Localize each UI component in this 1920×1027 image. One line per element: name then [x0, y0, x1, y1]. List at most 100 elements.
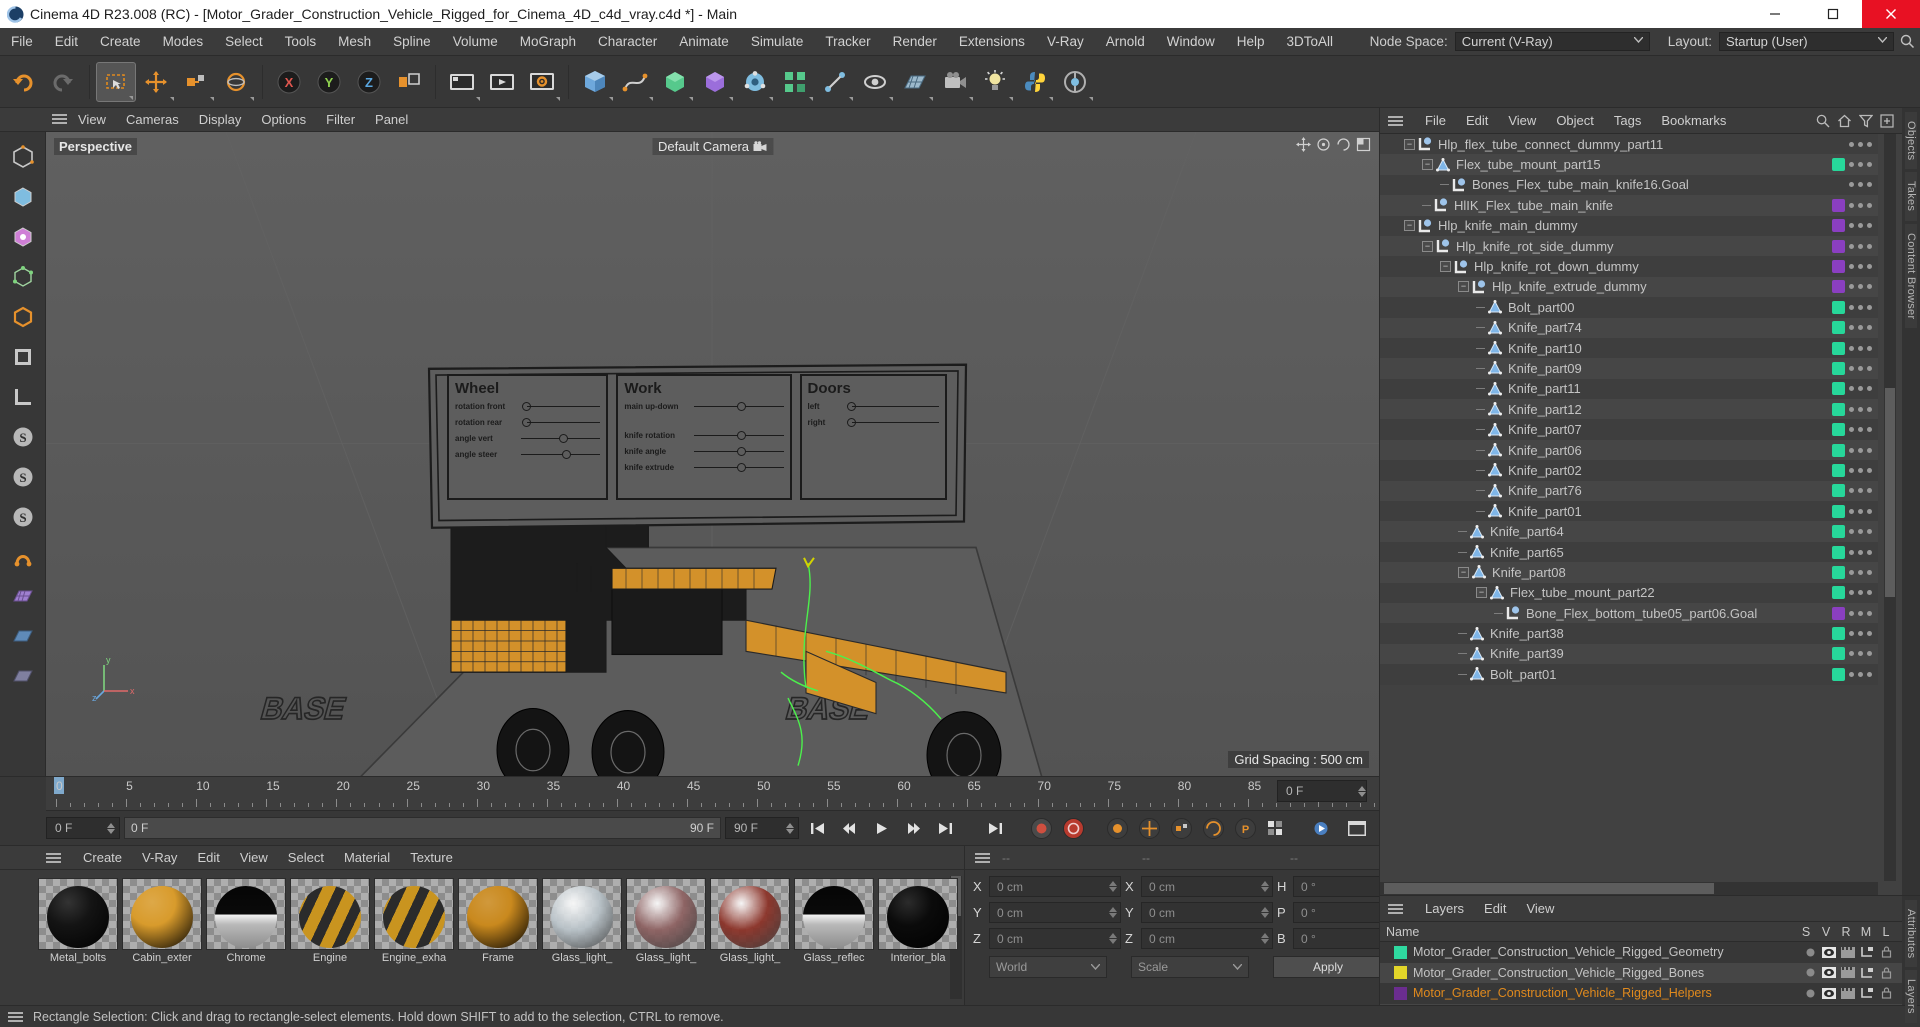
- object-visibility-dot[interactable]: [1849, 427, 1854, 433]
- layer-render-icon[interactable]: [1840, 965, 1856, 980]
- hud-slider[interactable]: [521, 450, 601, 459]
- simulate-button[interactable]: [855, 62, 895, 102]
- object-visibility-dot[interactable]: [1867, 406, 1872, 412]
- menu-tools[interactable]: Tools: [274, 28, 328, 56]
- layer-color-tag[interactable]: [1832, 219, 1845, 233]
- cube-primitive-button[interactable]: [575, 62, 615, 102]
- layer-color-tag[interactable]: [1832, 198, 1845, 212]
- points-mode-button[interactable]: [4, 258, 42, 296]
- menu-spline[interactable]: Spline: [382, 28, 442, 56]
- material-menu-edit[interactable]: Edit: [187, 846, 229, 870]
- light-button[interactable]: [975, 62, 1015, 102]
- viewport-perspective[interactable]: BASE BASE Wheel rotation front rotation …: [46, 132, 1379, 776]
- object-visibility-dot[interactable]: [1858, 264, 1863, 270]
- node-space-select[interactable]: Current (V-Ray): [1454, 32, 1650, 51]
- object-visibility-dot[interactable]: [1858, 427, 1863, 433]
- spinner-icon[interactable]: [1257, 907, 1269, 918]
- menu-extensions[interactable]: Extensions: [948, 28, 1036, 56]
- snap-settings-button[interactable]: [4, 538, 42, 576]
- object-visibility-dot[interactable]: [1858, 508, 1863, 514]
- object-visibility-dot[interactable]: [1867, 508, 1872, 514]
- expand-collapse-toggle[interactable]: −: [1404, 138, 1415, 150]
- object-visibility-dot[interactable]: [1858, 610, 1863, 616]
- material-thumbnail[interactable]: [794, 878, 874, 950]
- object-visibility-dot[interactable]: [1849, 162, 1854, 168]
- layer-color-tag[interactable]: [1832, 606, 1845, 620]
- close-button[interactable]: [1862, 0, 1920, 28]
- point-level-animation-button[interactable]: [1263, 815, 1291, 841]
- material-thumbnail[interactable]: [122, 878, 202, 950]
- object-visibility-dot[interactable]: [1867, 345, 1872, 351]
- object-visibility-dot[interactable]: [1867, 223, 1872, 229]
- viewport-menu-handle-icon[interactable]: [52, 114, 67, 124]
- joint-tool-button[interactable]: [815, 62, 855, 102]
- object-visibility-dot[interactable]: [1867, 202, 1872, 208]
- previous-frame-button[interactable]: [835, 815, 863, 841]
- object-visibility-dot[interactable]: [1858, 162, 1863, 168]
- object-row[interactable]: Knife_part07: [1380, 419, 1878, 440]
- material-item[interactable]: Glass_light_: [626, 878, 706, 997]
- object-visibility-dot[interactable]: [1849, 243, 1854, 249]
- layer-color-tag[interactable]: [1832, 341, 1845, 355]
- expand-collapse-toggle[interactable]: −: [1404, 220, 1415, 232]
- layers-list[interactable]: Motor_Grader_Construction_Vehicle_Rigged…: [1380, 942, 1902, 1005]
- object-visibility-dot[interactable]: [1867, 569, 1872, 575]
- layers-menu-handle-icon[interactable]: [1388, 903, 1403, 914]
- object-menu-tags[interactable]: Tags: [1604, 109, 1651, 133]
- layer-color-swatch[interactable]: [1394, 945, 1407, 959]
- object-visibility-dot[interactable]: [1858, 529, 1863, 535]
- layer-color-tag[interactable]: [1832, 565, 1845, 579]
- layer-solo-dot[interactable]: [1802, 945, 1818, 960]
- object-visibility-dot[interactable]: [1858, 467, 1863, 473]
- object-visibility-dot[interactable]: [1849, 631, 1854, 637]
- move-view-icon[interactable]: [1296, 137, 1311, 152]
- material-menu-material[interactable]: Material: [334, 846, 400, 870]
- texture-mode-button[interactable]: [4, 218, 42, 256]
- layer-color-tag[interactable]: [1832, 158, 1845, 172]
- menu-tracker[interactable]: Tracker: [814, 28, 881, 56]
- parameter-key-button[interactable]: P: [1231, 814, 1259, 842]
- object-row[interactable]: Knife_part64: [1380, 521, 1878, 542]
- play-button[interactable]: [867, 815, 895, 841]
- polygons-mode-button[interactable]: [4, 338, 42, 376]
- object-visibility-dot[interactable]: [1867, 671, 1872, 677]
- object-row[interactable]: Bolt_part00: [1380, 297, 1878, 318]
- object-row[interactable]: Knife_part38: [1380, 623, 1878, 644]
- object-tree[interactable]: − Hlp_flex_tube_connect_dummy_part11− Flex…: [1380, 134, 1878, 881]
- object-visibility-dot[interactable]: [1858, 590, 1863, 596]
- object-visibility-dot[interactable]: [1867, 304, 1872, 310]
- material-item[interactable]: Chrome: [206, 878, 286, 997]
- tab-attributes[interactable]: Attributes: [1905, 900, 1917, 968]
- material-thumbnail[interactable]: [626, 878, 706, 950]
- next-frame-button[interactable]: [899, 815, 927, 841]
- object-visibility-dot[interactable]: [1849, 284, 1854, 290]
- add-bookmark-icon[interactable]: [1880, 113, 1894, 128]
- spinner-icon[interactable]: [1354, 785, 1366, 797]
- object-visibility-dot[interactable]: [1849, 447, 1854, 453]
- xpresso-nodes-button[interactable]: [1055, 62, 1095, 102]
- object-visibility-dot[interactable]: [1858, 447, 1863, 453]
- object-row[interactable]: Knife_part12: [1380, 399, 1878, 420]
- layer-solo-dot[interactable]: [1802, 965, 1818, 980]
- tab-takes[interactable]: Takes: [1905, 172, 1917, 221]
- expand-collapse-toggle[interactable]: −: [1422, 240, 1433, 252]
- generators-button[interactable]: [655, 62, 695, 102]
- layer-color-tag[interactable]: [1832, 361, 1845, 375]
- object-visibility-dot[interactable]: [1867, 651, 1872, 657]
- layer-row[interactable]: Motor_Grader_Construction_Vehicle_Rigged…: [1380, 983, 1902, 1004]
- maximize-button[interactable]: [1804, 0, 1862, 28]
- undo-button[interactable]: [3, 62, 43, 102]
- preview-range-button[interactable]: [1311, 815, 1339, 841]
- hud-slider[interactable]: [694, 463, 784, 472]
- coordinates-menu-handle-icon[interactable]: [975, 852, 990, 863]
- apply-button[interactable]: Apply: [1273, 956, 1383, 978]
- move-tool[interactable]: [136, 62, 176, 102]
- object-visibility-dot[interactable]: [1858, 651, 1863, 657]
- material-item[interactable]: Engine_exha: [374, 878, 454, 997]
- hud-slider[interactable]: [694, 431, 784, 440]
- material-thumbnail[interactable]: [206, 878, 286, 950]
- spline-pen-button[interactable]: [615, 62, 655, 102]
- object-visibility-dot[interactable]: [1849, 488, 1854, 494]
- object-visibility-dot[interactable]: [1867, 590, 1872, 596]
- coord-input-pos-y[interactable]: 0 cm: [989, 902, 1121, 923]
